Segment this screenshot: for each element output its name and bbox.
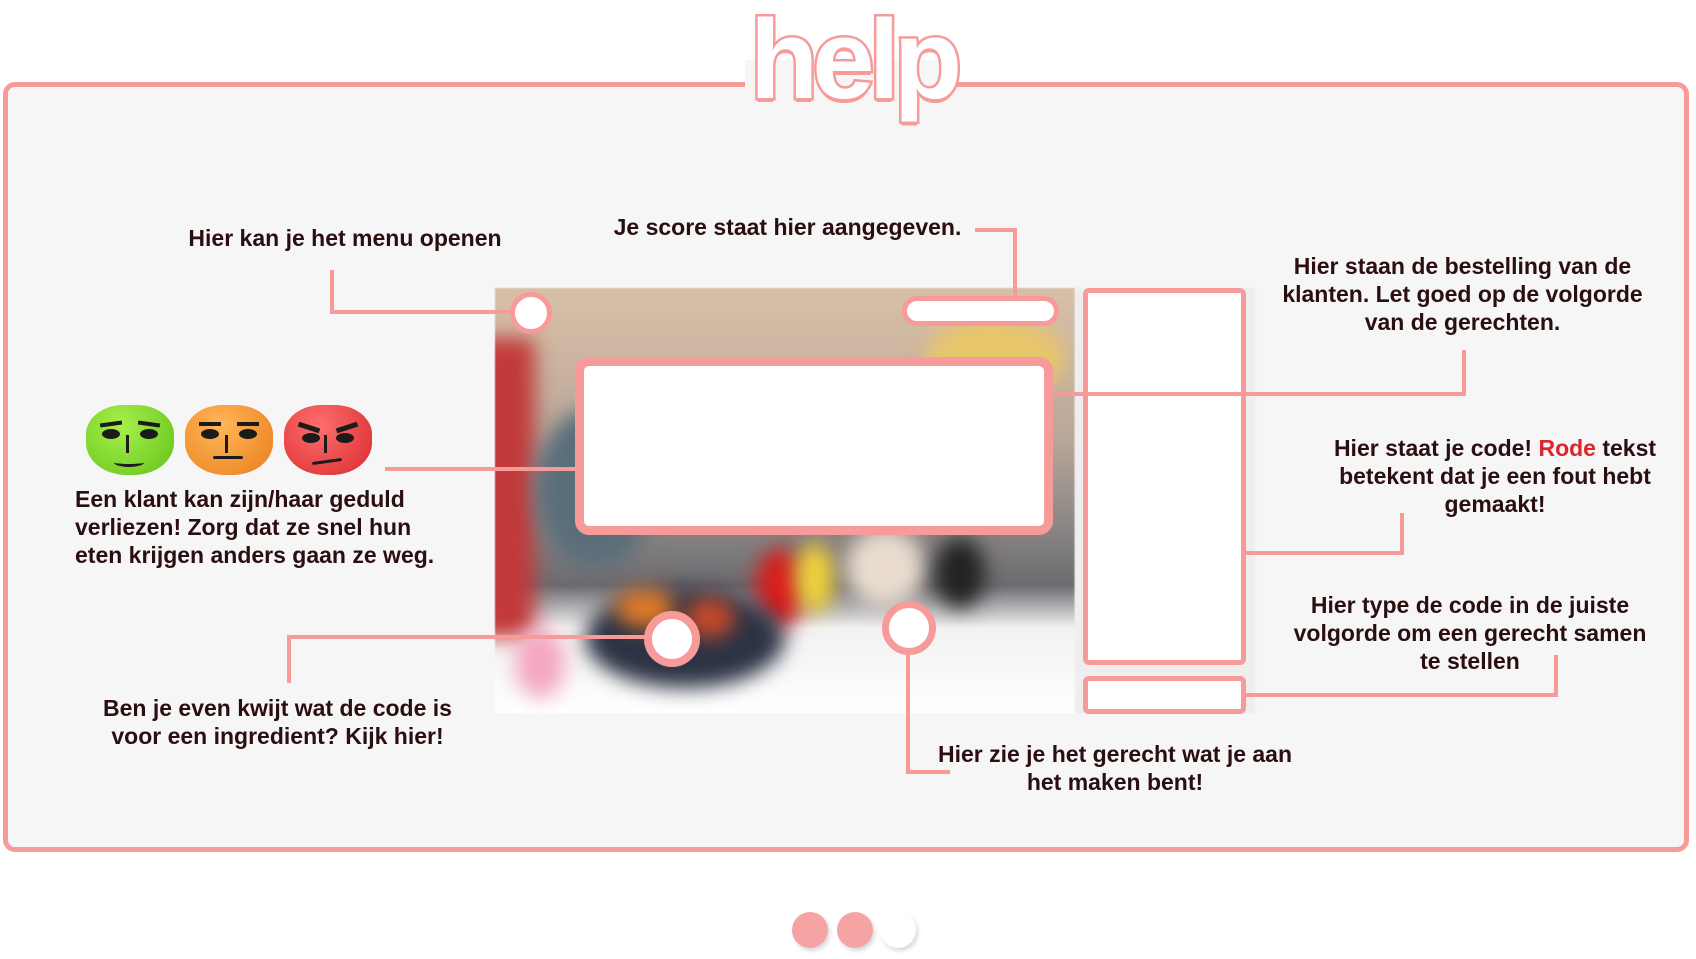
- connector-line: [1013, 228, 1017, 296]
- page-dot-2[interactable]: [837, 912, 873, 948]
- connector-line: [1400, 513, 1404, 555]
- type-code-label: Hier type de code in de juiste volgorde …: [1293, 592, 1647, 674]
- code-label-prefix: Hier staat je code!: [1333, 435, 1533, 461]
- happy-customer-icon: [86, 405, 174, 475]
- connector-line: [287, 635, 672, 639]
- orders-label: Hier staan de bestelling van de klanten.…: [1282, 253, 1643, 335]
- score-bar: [902, 296, 1059, 326]
- dish-marker: [882, 601, 936, 655]
- connector-line: [287, 635, 291, 683]
- neutral-customer-icon: [185, 405, 273, 475]
- customer-patience-faces: [86, 405, 376, 485]
- connector-line: [330, 310, 515, 314]
- page-dot-3[interactable]: [880, 912, 916, 948]
- code-input-field[interactable]: [1083, 676, 1246, 714]
- connector-line: [330, 270, 334, 314]
- code-label: Hier staat je code! Rode tekst betekent …: [1325, 434, 1665, 518]
- code-label-red: Rode: [1538, 435, 1596, 461]
- code-display-box: [575, 357, 1053, 535]
- ingredients-marker[interactable]: [644, 611, 700, 667]
- angry-customer-icon: [284, 405, 372, 475]
- menu-label: Hier kan je het menu openen: [188, 225, 502, 251]
- dish-label: Hier zie je het gerecht wat je aan het m…: [937, 741, 1293, 795]
- page-title: help: [747, 0, 964, 122]
- orders-box: [1083, 288, 1246, 665]
- connector-line: [1052, 392, 1466, 396]
- menu-button-marker[interactable]: [510, 292, 552, 334]
- score-label: Je score staat hier aangegeven.: [613, 214, 962, 240]
- ingredients-label: Ben je even kwijt wat de code is voor ee…: [103, 695, 452, 749]
- page-indicator: [788, 912, 948, 950]
- connector-line: [385, 467, 575, 471]
- page-dot-1[interactable]: [792, 912, 828, 948]
- patience-label: Een klant kan zijn/haar geduld verliezen…: [75, 486, 435, 568]
- connector-line: [1246, 693, 1558, 697]
- connector-line: [1246, 551, 1404, 555]
- connector-line: [1462, 350, 1466, 396]
- connector-line: [975, 228, 1017, 232]
